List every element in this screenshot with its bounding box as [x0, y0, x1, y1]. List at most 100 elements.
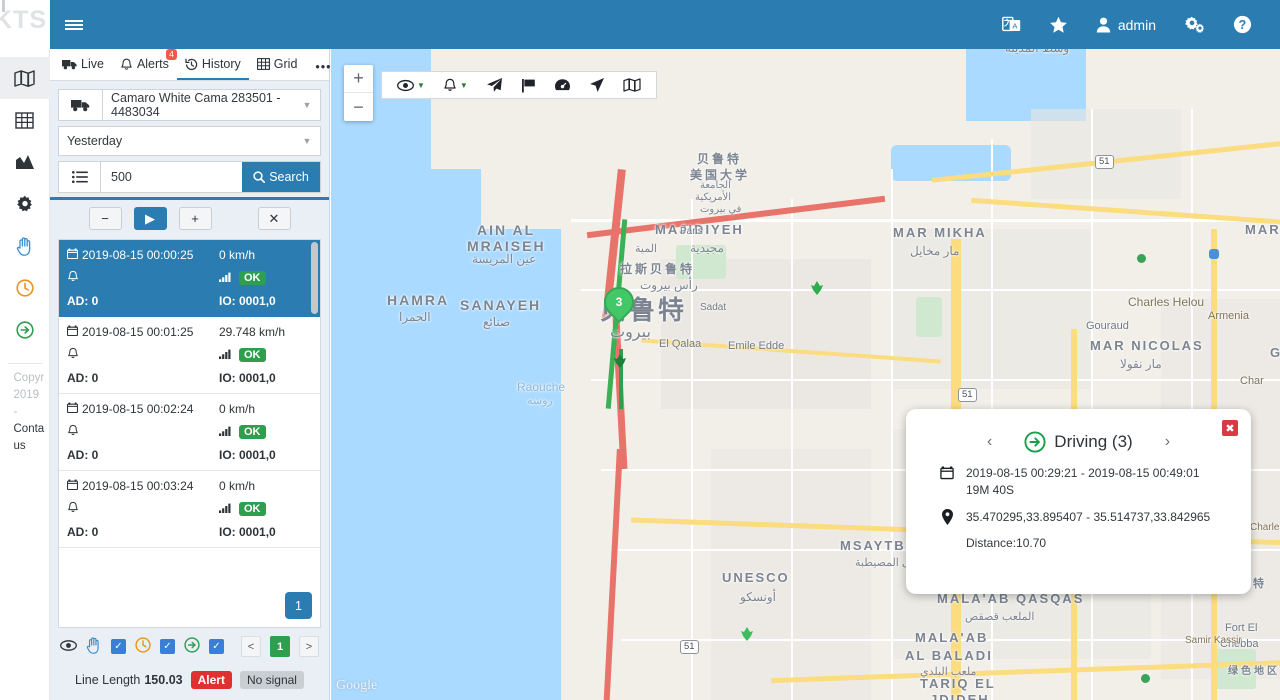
footer-year: 2019 [13, 389, 40, 401]
layers-tool[interactable] [614, 78, 650, 92]
star-icon[interactable] [1035, 0, 1082, 49]
map-label: Paris [680, 226, 703, 237]
row-io: IO: 0001,0 [219, 294, 276, 308]
send-tool[interactable] [477, 77, 512, 93]
history-row[interactable]: 2019-08-15 00:03:24 0 km/h OK AD: 0 IO: 0001… [59, 471, 320, 548]
navigate-tool[interactable] [580, 77, 614, 93]
tab-history[interactable]: History [176, 51, 249, 80]
rail-item-grid[interactable] [0, 99, 50, 141]
map-label: UNESCO [722, 570, 790, 585]
bell-icon[interactable] [67, 501, 79, 517]
bell-icon[interactable] [67, 347, 79, 363]
search-button[interactable]: Search [242, 162, 320, 192]
list-page-button[interactable]: 1 [285, 592, 312, 619]
settings-gears-icon[interactable] [1170, 0, 1219, 49]
header-actions[interactable]: A admin ? [988, 0, 1280, 49]
clock-icon[interactable] [135, 637, 151, 656]
bell-icon [444, 78, 456, 91]
search-row[interactable]: 500 Search [58, 161, 321, 193]
search-icon [253, 171, 266, 183]
hamburger-icon[interactable] [54, 0, 94, 49]
popup-close-button[interactable]: ✖ [1222, 420, 1238, 436]
map-canvas[interactable]: AIN AL MRAISEH عين المريسة MAJIDIYEH مجيدية M… [331, 49, 1280, 700]
speed-down-button[interactable]: − [88, 207, 122, 230]
clock-toggle-checkbox[interactable]: ✓ [160, 639, 175, 654]
trip-info-popup[interactable]: ✖ ‹ Driving (3) › 2019-08-15 00:29:21 - … [906, 409, 1251, 594]
panel-tabs[interactable]: Live Alerts 4 History Grid ••• [50, 49, 331, 81]
popup-coords-row: 35.470295,33.895407 - 35.514737,33.84296… [922, 509, 1235, 526]
map-label: الجامعة [700, 180, 731, 191]
list-icon[interactable] [59, 162, 101, 192]
map-tools-bar[interactable]: ▼ ▼ [381, 71, 657, 99]
pager-next-button[interactable]: > [299, 636, 319, 657]
tab-grid[interactable]: Grid [249, 51, 306, 80]
rail-item-driving[interactable] [0, 309, 50, 351]
pager-prev-button[interactable]: < [241, 636, 261, 657]
speed-up-button[interactable]: + [178, 207, 212, 230]
alert-tag[interactable]: Alert [190, 671, 232, 689]
map-label: وسط المدينة [1005, 49, 1069, 55]
line-length-value: 150.03 [144, 673, 183, 687]
map-label: MAR [1245, 222, 1280, 237]
tab-live[interactable]: Live [54, 51, 112, 80]
bell-icon[interactable] [67, 270, 79, 286]
tab-alerts[interactable]: Alerts 4 [112, 49, 177, 80]
stop-button[interactable]: ✕ [257, 207, 291, 230]
map-marker-vehicle[interactable] [614, 354, 626, 373]
panel-footer-toggles[interactable]: ✓ ✓ ✓ < 1 > [50, 636, 329, 657]
map-marker-vehicle[interactable] [811, 281, 823, 300]
dashboard-tool[interactable] [545, 78, 580, 92]
rail-item-idle[interactable] [0, 267, 50, 309]
map-zoom-control[interactable]: + − [344, 65, 373, 121]
pager-current-page[interactable]: 1 [270, 636, 290, 657]
search-limit-input[interactable]: 500 [101, 162, 153, 192]
eye-dropdown-tool[interactable]: ▼ [388, 79, 434, 92]
hand-toggle-checkbox[interactable]: ✓ [111, 639, 126, 654]
map-marker-vehicle[interactable] [741, 627, 753, 646]
map-label: SANAYEH [460, 297, 542, 313]
play-button[interactable]: ▶ [133, 207, 167, 230]
rail-item-map[interactable] [0, 57, 50, 99]
row-datetime: 2019-08-15 00:01:25 [82, 325, 194, 339]
hand-icon[interactable] [86, 636, 102, 657]
popup-duration: 19M 40S [966, 483, 1015, 497]
vehicle-select[interactable]: Camaro White Cama 283501 - 4483034 ▼ [58, 89, 321, 121]
map-marker-cluster[interactable]: 3 [597, 280, 641, 324]
tab-more-button[interactable]: ••• [305, 54, 341, 80]
footer-contact-line1[interactable]: Conta [14, 421, 50, 438]
popup-prev-button[interactable]: ‹ [967, 433, 1012, 451]
help-icon[interactable]: ? [1219, 0, 1266, 49]
map-icon [623, 78, 641, 92]
map-label: مار نقولا [1120, 357, 1162, 371]
left-icon-rail[interactable]: Copyr 2019 - Conta us [0, 49, 50, 700]
footer-contact-line2[interactable]: us [14, 438, 50, 455]
bell-dropdown-tool[interactable]: ▼ [434, 78, 477, 93]
brand-logo[interactable]: KTS [0, 6, 47, 35]
history-row[interactable]: 2019-08-15 00:02:24 0 km/h OK AD: 0 IO: 0001… [59, 394, 320, 471]
driving-toggle-checkbox[interactable]: ✓ [209, 639, 224, 654]
history-row[interactable]: 2019-08-15 00:01:25 29.748 km/h OK AD: 0 IO:… [59, 317, 320, 394]
alerts-badge: 4 [166, 49, 177, 60]
map-label: مجيدية [690, 241, 724, 255]
zoom-out-button[interactable]: − [344, 93, 373, 121]
tab-grid-label: Grid [273, 57, 298, 71]
history-row[interactable]: 2019-08-15 00:00:25 0 km/h OK AD: 0 IO: 0001… [59, 240, 320, 317]
list-scrollbar[interactable] [311, 242, 318, 314]
eye-icon[interactable] [60, 639, 77, 654]
playback-controls[interactable]: − ▶ + ✕ [50, 197, 329, 237]
popup-next-button[interactable]: › [1145, 433, 1190, 451]
flag-tool[interactable] [512, 78, 545, 93]
zoom-in-button[interactable]: + [344, 65, 373, 93]
rail-item-chart[interactable] [0, 141, 50, 183]
rail-item-settings[interactable] [0, 183, 50, 225]
arrow-circle-icon[interactable] [184, 637, 200, 656]
rail-item-stops[interactable] [0, 225, 50, 267]
history-list-scroll[interactable]: 2019-08-15 00:00:25 0 km/h OK AD: 0 IO: 0001… [59, 240, 320, 627]
period-select[interactable]: Yesterday ▼ [58, 126, 321, 156]
history-list[interactable]: 2019-08-15 00:00:25 0 km/h OK AD: 0 IO: 0001… [58, 239, 321, 628]
no-signal-tag[interactable]: No signal [239, 671, 304, 689]
bell-icon[interactable] [67, 424, 79, 440]
user-menu[interactable]: admin [1082, 0, 1170, 49]
language-icon[interactable]: A [988, 0, 1035, 49]
map-label: روشه [527, 395, 553, 407]
